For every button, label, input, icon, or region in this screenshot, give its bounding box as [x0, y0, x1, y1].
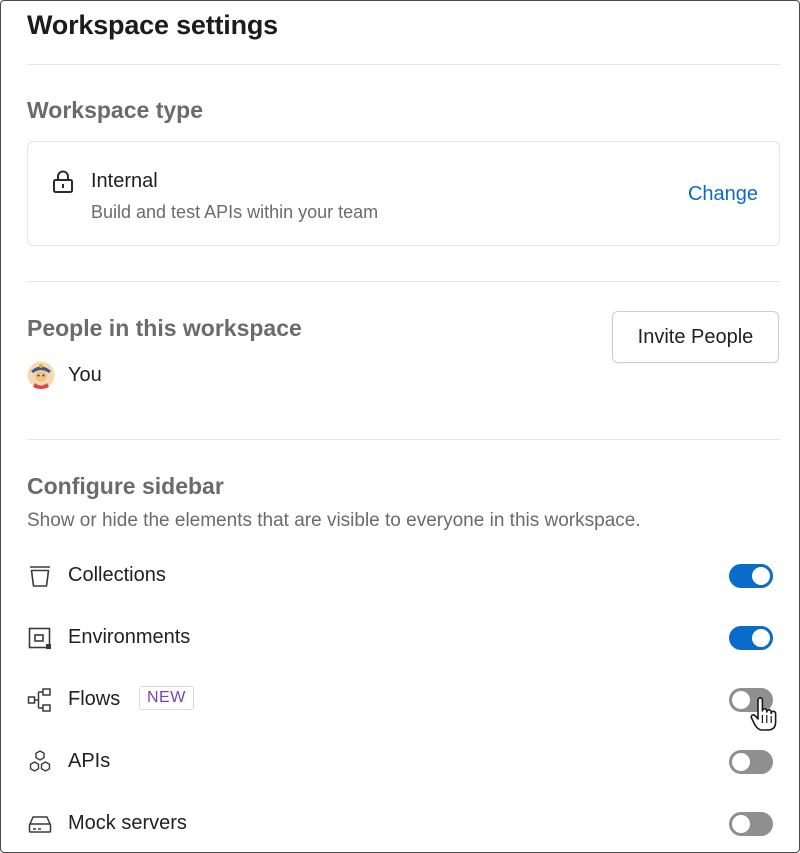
invite-people-button[interactable]: Invite People — [612, 311, 779, 363]
configure-sidebar-description: Show or hide the elements that are visib… — [27, 510, 641, 531]
workspace-type-name: Internal — [91, 170, 158, 192]
apis-toggle[interactable] — [729, 750, 773, 774]
toggle-knob — [732, 815, 750, 833]
toggle-knob — [732, 753, 750, 771]
sidebar-item-label: Mock servers — [68, 812, 187, 834]
sidebar-item-label: APIs — [68, 750, 111, 772]
change-workspace-type-link[interactable]: Change — [688, 183, 758, 206]
toggle-knob — [732, 691, 750, 709]
environments-icon — [28, 627, 51, 649]
workspace-type-card: Internal Build and test APIs within your… — [27, 141, 780, 246]
sidebar-item-collections: Collections — [27, 555, 775, 595]
new-badge: NEW — [139, 686, 194, 710]
toggle-knob — [752, 567, 770, 585]
sidebar-item-environments: Environments — [27, 617, 775, 657]
toggle-knob — [752, 629, 770, 647]
sidebar-item-label: Environments — [68, 626, 191, 648]
collections-icon — [30, 566, 50, 587]
sidebar-item-flows: Flows NEW — [27, 679, 775, 719]
hand-pointer-cursor-icon — [750, 697, 777, 731]
sidebar-item-mock-servers: Mock servers — [27, 803, 775, 843]
divider — [27, 281, 780, 282]
configure-sidebar-heading: Configure sidebar — [27, 473, 224, 499]
collections-toggle[interactable] — [729, 564, 773, 588]
lock-icon — [53, 170, 73, 193]
sidebar-item-apis: APIs — [27, 741, 775, 781]
apis-icon — [29, 750, 51, 772]
mock-servers-icon — [28, 816, 52, 833]
page-title: Workspace settings — [27, 10, 278, 40]
sidebar-item-label: Flows — [68, 688, 121, 710]
workspace-type-heading: Workspace type — [27, 97, 203, 123]
flows-icon — [27, 688, 51, 712]
mock-servers-toggle[interactable] — [729, 812, 773, 836]
divider — [27, 64, 780, 65]
sidebar-item-label: Collections — [68, 564, 166, 586]
people-heading: People in this workspace — [27, 315, 302, 341]
environments-toggle[interactable] — [729, 626, 773, 650]
member-name: You — [68, 364, 102, 386]
workspace-settings-panel: Workspace settings Workspace type Intern… — [0, 0, 800, 853]
workspace-type-description: Build and test APIs within your team — [91, 202, 379, 222]
divider — [27, 439, 780, 440]
avatar — [27, 361, 55, 389]
